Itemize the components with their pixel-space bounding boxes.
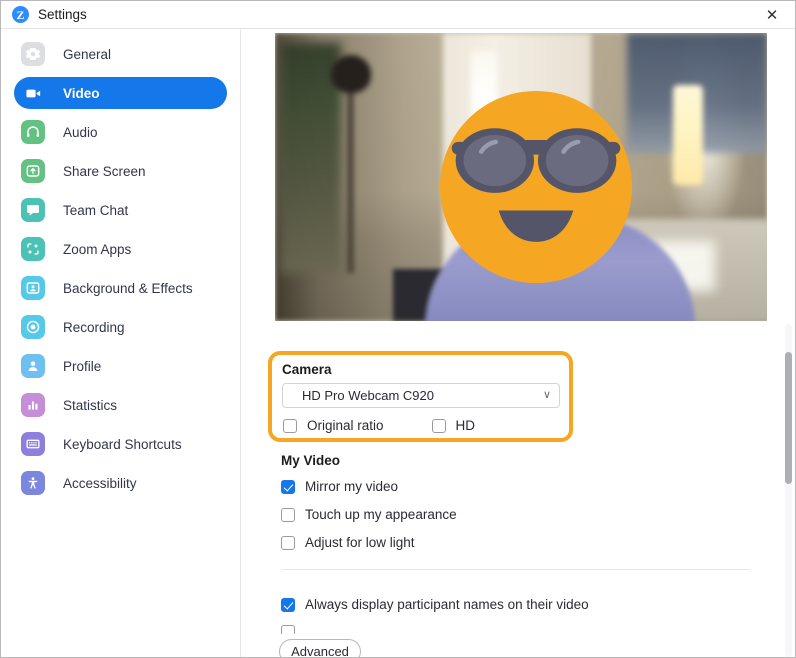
video-settings-panel: Camera HD Pro Webcam C920 ∨ Original rat… (241, 29, 795, 657)
advanced-button[interactable]: Advanced (279, 639, 361, 657)
settings-sidebar: General Video Audio Share Screen Team Ch… (1, 29, 241, 657)
section-divider (281, 569, 751, 570)
scrollbar-thumb[interactable] (785, 352, 792, 484)
sidebar-item-profile[interactable]: Profile (14, 350, 227, 382)
zoom-logo-icon: Z (12, 6, 29, 23)
checkbox-label: Mirror my video (305, 479, 399, 494)
sidebar-item-audio[interactable]: Audio (14, 116, 227, 148)
background-lamp-pole (347, 63, 354, 273)
checkbox-mirror-my-video[interactable]: Mirror my video (281, 479, 741, 494)
checkbox-box (281, 479, 295, 494)
window-body: General Video Audio Share Screen Team Ch… (1, 29, 795, 657)
checkbox-hd[interactable]: HD (431, 418, 476, 433)
keyboard-icon (21, 432, 45, 456)
camera-section-title: Camera (282, 362, 332, 377)
sidebar-item-general[interactable]: General (14, 38, 227, 70)
checkbox-label: Touch up my appearance (305, 507, 457, 522)
sidebar-item-label: Recording (63, 319, 125, 335)
apps-icon (21, 237, 45, 261)
sidebar-item-label: Audio (63, 124, 98, 140)
background-icon (21, 276, 45, 300)
background-lamp-head (331, 55, 371, 93)
sidebar-item-recording[interactable]: Recording (14, 311, 227, 343)
camera-device-select[interactable]: HD Pro Webcam C920 ∨ (282, 383, 560, 408)
title-bar: Z Settings ✕ (1, 1, 795, 29)
checkbox-always-display-participant-names[interactable]: Always display participant names on thei… (281, 597, 589, 612)
sidebar-item-label: Share Screen (63, 163, 146, 179)
checkbox-touch-up-my-appearance[interactable]: Touch up my appearance (281, 507, 741, 522)
sidebar-item-video[interactable]: Video (14, 77, 227, 109)
camera-device-value: HD Pro Webcam C920 (302, 388, 434, 403)
headphones-icon (21, 120, 45, 144)
sidebar-item-statistics[interactable]: Statistics (14, 389, 227, 421)
background-wall-lamp (673, 85, 703, 185)
checkbox-box (281, 507, 295, 522)
checkbox-box (281, 535, 295, 550)
checkbox-label: Original ratio (307, 418, 384, 433)
camera-section-highlight: Camera HD Pro Webcam C920 ∨ Original rat… (268, 351, 573, 442)
sidebar-item-zoom-apps[interactable]: Zoom Apps (14, 233, 227, 265)
sidebar-item-team-chat[interactable]: Team Chat (14, 194, 227, 226)
checkbox-adjust-for-low-light[interactable]: Adjust for low light (281, 535, 741, 550)
sidebar-item-label: Statistics (63, 397, 118, 413)
record-icon (21, 315, 45, 339)
settings-window: Z Settings ✕ General Video Audio Share S… (0, 0, 796, 658)
checkbox-label: HD (455, 418, 476, 433)
sidebar-item-keyboard-shortcuts[interactable]: Keyboard Shortcuts (14, 428, 227, 460)
close-icon[interactable]: ✕ (749, 1, 795, 28)
sidebar-item-label: Profile (63, 358, 102, 374)
chevron-down-icon: ∨ (542, 389, 551, 401)
checkbox-box (283, 418, 297, 433)
person-icon (21, 354, 45, 378)
sidebar-item-label: Background & Effects (63, 280, 193, 296)
vertical-scrollbar[interactable] (783, 324, 794, 657)
sidebar-item-share-screen[interactable]: Share Screen (14, 155, 227, 187)
sidebar-item-label: Team Chat (63, 202, 129, 218)
checkbox-box (281, 597, 295, 612)
sidebar-item-background-effects[interactable]: Background & Effects (14, 272, 227, 304)
window-title: Settings (38, 7, 87, 22)
share-screen-icon (21, 159, 45, 183)
smiling-face-with-sunglasses-icon (438, 89, 634, 285)
checkbox-box (431, 418, 446, 433)
sidebar-item-label: Video (63, 85, 100, 101)
my-video-section-title: My Video (281, 453, 341, 468)
video-preview (275, 33, 767, 321)
partially-hidden-checkbox[interactable] (281, 625, 295, 634)
checkbox-original-ratio[interactable]: Original ratio (283, 418, 384, 433)
chat-bubble-icon (21, 198, 45, 222)
sidebar-item-label: Zoom Apps (63, 241, 132, 257)
checkbox-label: Adjust for low light (305, 535, 415, 550)
bar-chart-icon (21, 393, 45, 417)
my-video-section: My Video Mirror my video Touch up my app… (281, 453, 741, 563)
gear-icon (21, 42, 45, 66)
sidebar-item-label: Keyboard Shortcuts (63, 436, 182, 452)
sidebar-item-accessibility[interactable]: Accessibility (14, 467, 227, 499)
video-camera-icon (21, 81, 45, 105)
sidebar-item-label: General (63, 46, 112, 62)
accessibility-icon (21, 471, 45, 495)
checkbox-label: Always display participant names on thei… (305, 597, 589, 612)
sidebar-item-label: Accessibility (63, 475, 137, 491)
